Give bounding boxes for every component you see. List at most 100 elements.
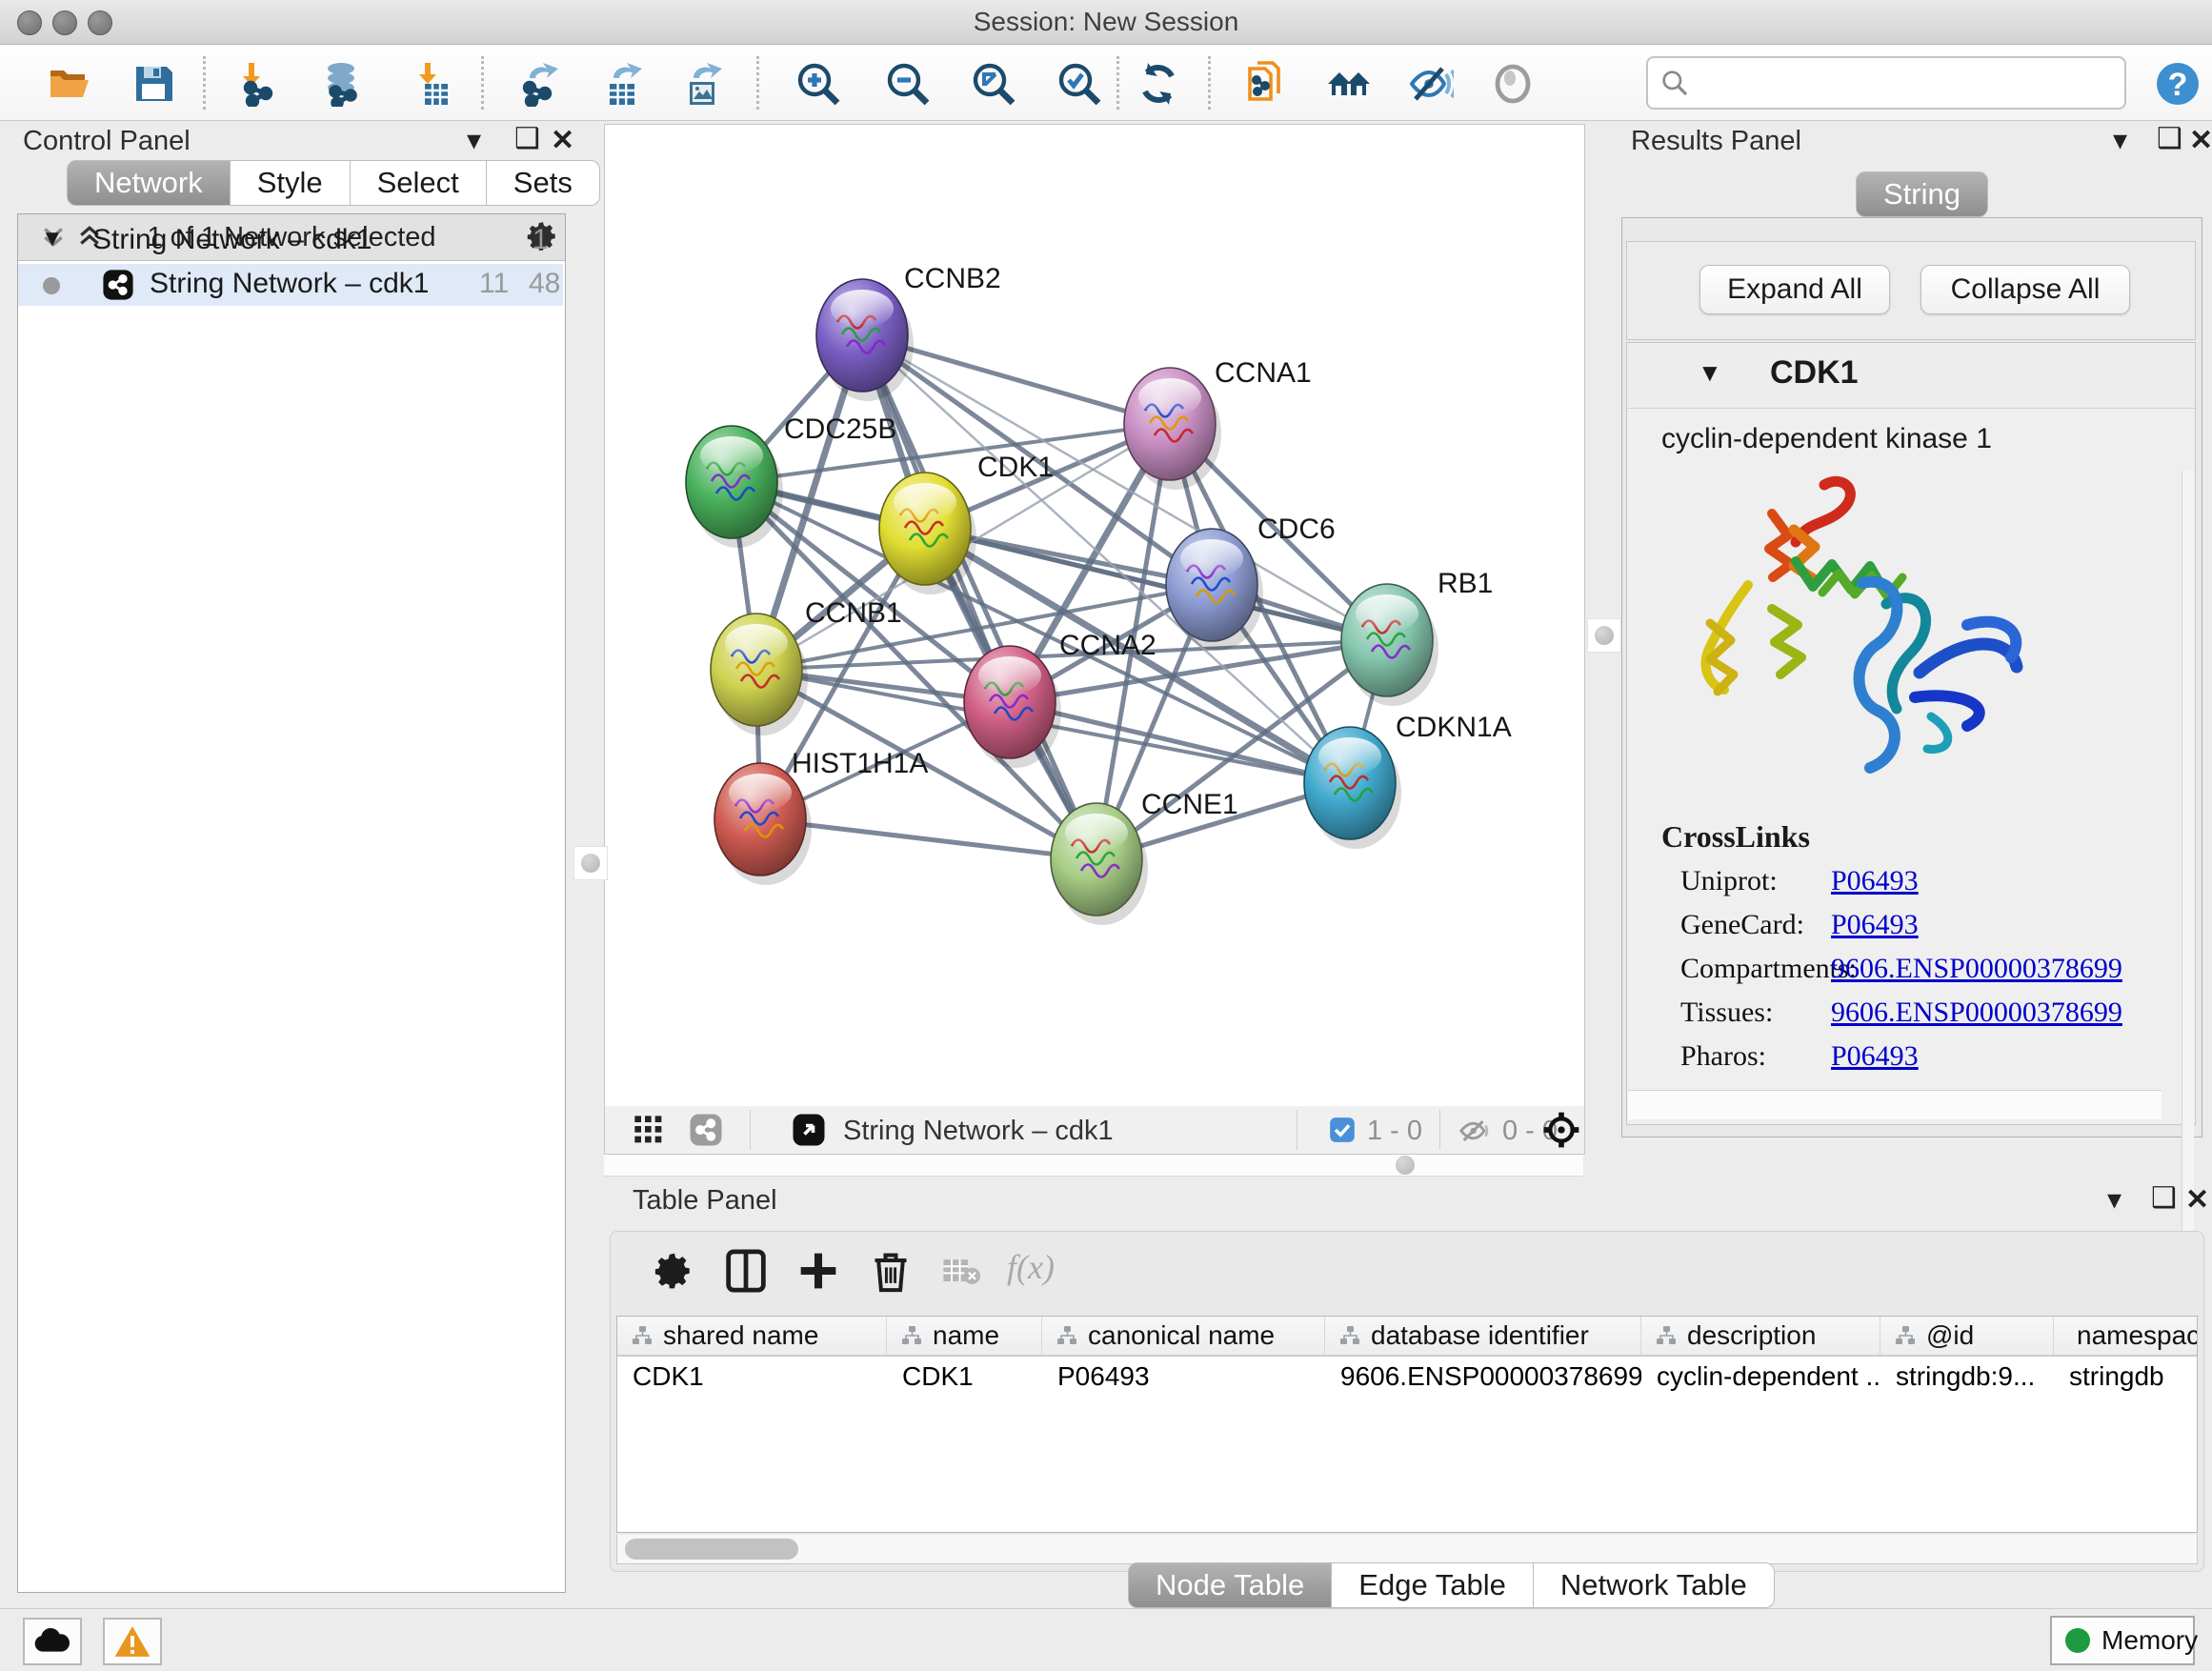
results-hscroll-track[interactable] xyxy=(1628,1090,2162,1119)
float-panel-icon[interactable]: ▾ xyxy=(2113,124,2127,157)
show-all-icon[interactable] xyxy=(1490,61,1536,107)
protein-node-ccnb2[interactable] xyxy=(816,279,914,401)
float-panel-icon[interactable]: ▾ xyxy=(467,124,481,157)
import-network-database-icon[interactable] xyxy=(318,61,364,107)
node-table[interactable]: shared namenamecanonical namedatabase id… xyxy=(616,1316,2198,1533)
gear-icon[interactable] xyxy=(654,1251,694,1291)
zoom-out-icon[interactable] xyxy=(885,61,931,107)
tab-style[interactable]: Style xyxy=(231,160,351,206)
table-cell[interactable]: stringdb:9... xyxy=(1880,1357,2054,1397)
tab-network-table[interactable]: Network Table xyxy=(1534,1562,1775,1608)
protein-node-ccne1[interactable] xyxy=(1051,803,1148,925)
search-field[interactable] xyxy=(1646,56,2126,110)
right-splitter-handle[interactable] xyxy=(1587,618,1621,653)
tab-string[interactable]: String xyxy=(1856,171,1988,217)
column-header-canonical-name[interactable]: canonical name xyxy=(1042,1317,1325,1355)
export-network-icon[interactable] xyxy=(516,61,562,107)
table-hscroll-track[interactable] xyxy=(616,1535,2198,1564)
protein-node-ccna1[interactable] xyxy=(1124,368,1221,490)
protein-node-ccnb1[interactable] xyxy=(711,614,808,735)
save-session-icon[interactable] xyxy=(131,61,176,107)
cloud-status-button[interactable] xyxy=(23,1618,82,1665)
help-icon[interactable]: ? xyxy=(2155,61,2201,107)
crosslink-link[interactable]: 9606.ENSP00000378699 xyxy=(1831,997,2122,1029)
restore-panel-icon[interactable]: ❑ xyxy=(2151,1181,2177,1215)
tab-edge-table[interactable]: Edge Table xyxy=(1332,1562,1534,1608)
crosshair-icon[interactable] xyxy=(1542,1111,1580,1149)
memory-button[interactable]: Memory xyxy=(2050,1616,2195,1665)
node-table-row[interactable]: CDK1CDK1P064939606.ENSP00000378699cyclin… xyxy=(617,1357,2198,1397)
network-collection-row[interactable]: ▼ String Network – cdk1 1 xyxy=(18,224,563,262)
import-network-file-icon[interactable] xyxy=(235,61,281,107)
hidden-eye-icon[interactable] xyxy=(1458,1115,1491,1147)
close-panel-icon[interactable]: ✕ xyxy=(551,124,574,157)
close-panel-icon[interactable]: ✕ xyxy=(2185,1183,2209,1217)
column-header-namespace[interactable]: namespace xyxy=(2054,1317,2198,1355)
birdseye-view-icon[interactable] xyxy=(792,1113,826,1147)
crosslink-link[interactable]: P06493 xyxy=(1831,1040,1919,1073)
expand-all-button[interactable]: Expand All xyxy=(1699,265,1890,314)
restore-panel-icon[interactable]: ❑ xyxy=(514,122,540,155)
grid-view-icon[interactable] xyxy=(633,1115,664,1145)
column-header-description[interactable]: description xyxy=(1641,1317,1880,1355)
left-splitter-handle[interactable] xyxy=(573,846,608,880)
string-network-graph[interactable]: CCNB2CCNA1CDC25BCDK1CDC6RB1CCNB1CCNA2CDK… xyxy=(605,125,1584,1106)
table-cell[interactable]: P06493 xyxy=(1042,1357,1325,1397)
tree-expand-icon[interactable]: ▼ xyxy=(41,226,64,252)
selected-checkbox-icon[interactable] xyxy=(1329,1117,1356,1143)
table-cell[interactable]: cyclin-dependent ... xyxy=(1641,1357,1880,1397)
delete-table-icon[interactable] xyxy=(942,1258,980,1286)
table-cell[interactable]: stringdb xyxy=(2054,1357,2198,1397)
columns-icon[interactable] xyxy=(725,1249,767,1293)
protein-node-cdkn1a[interactable] xyxy=(1304,727,1401,849)
refresh-icon[interactable] xyxy=(1136,61,1181,107)
column-header-shared-name[interactable]: shared name xyxy=(617,1317,887,1355)
collapse-all-button[interactable]: Collapse All xyxy=(1920,265,2130,314)
protein-node-hist1h1a[interactable] xyxy=(714,763,812,885)
delete-icon[interactable] xyxy=(870,1248,912,1294)
restore-panel-icon[interactable]: ❑ xyxy=(2157,122,2182,155)
home-pages-icon[interactable] xyxy=(1326,61,1372,107)
table-cell[interactable]: CDK1 xyxy=(887,1357,1042,1397)
string-view-icon[interactable] xyxy=(689,1113,723,1147)
node-table-header[interactable]: shared namenamecanonical namedatabase id… xyxy=(617,1317,2198,1357)
protein-node-cdk1[interactable] xyxy=(879,473,976,594)
protein-card-header[interactable]: ▼ CDK1 xyxy=(1627,343,2195,409)
search-input[interactable] xyxy=(1699,62,2113,102)
table-cell[interactable]: CDK1 xyxy=(617,1357,887,1397)
tab-network[interactable]: Network xyxy=(67,160,231,206)
crosslink-link[interactable]: 9606.ENSP00000378699 xyxy=(1831,953,2122,985)
float-panel-icon[interactable]: ▾ xyxy=(2107,1183,2122,1217)
table-cell[interactable]: 9606.ENSP00000378699 xyxy=(1325,1357,1641,1397)
column-header-database-identifier[interactable]: database identifier xyxy=(1325,1317,1641,1355)
column-header--id[interactable]: @id xyxy=(1880,1317,2054,1355)
table-hscroll-thumb[interactable] xyxy=(625,1539,798,1560)
results-vscroll-track[interactable] xyxy=(2182,471,2194,1244)
horizontal-splitter[interactable] xyxy=(604,1155,1583,1177)
share-session-icon[interactable] xyxy=(1242,61,1288,107)
open-session-icon[interactable] xyxy=(47,61,92,107)
add-icon[interactable] xyxy=(797,1249,839,1293)
export-table-icon[interactable] xyxy=(600,61,646,107)
zoom-fit-icon[interactable] xyxy=(971,61,1016,107)
export-image-icon[interactable] xyxy=(680,61,726,107)
hide-selected-icon[interactable] xyxy=(1408,61,1454,107)
network-view-canvas[interactable]: CCNB2CCNA1CDC25BCDK1CDC6RB1CCNB1CCNA2CDK… xyxy=(604,124,1585,1107)
tab-node-table[interactable]: Node Table xyxy=(1128,1562,1332,1608)
zoom-in-icon[interactable] xyxy=(795,61,841,107)
tab-sets[interactable]: Sets xyxy=(487,160,600,206)
crosslink-link[interactable]: P06493 xyxy=(1831,909,1919,941)
collapse-card-icon[interactable]: ▼ xyxy=(1698,358,1722,388)
close-panel-icon[interactable]: ✕ xyxy=(2189,124,2212,157)
column-header-name[interactable]: name xyxy=(887,1317,1042,1355)
zoom-selected-icon[interactable] xyxy=(1056,61,1102,107)
warning-status-button[interactable] xyxy=(103,1618,162,1665)
bottom-splitter-handle[interactable] xyxy=(1389,1149,1421,1181)
protein-node-ccna2[interactable] xyxy=(964,646,1061,768)
protein-node-rb1[interactable] xyxy=(1341,584,1438,706)
crosslink-link[interactable]: P06493 xyxy=(1831,865,1919,897)
function-builder-icon[interactable]: f(x) xyxy=(1007,1247,1055,1287)
tab-select[interactable]: Select xyxy=(351,160,487,206)
import-table-icon[interactable] xyxy=(410,61,455,107)
network-row-selected[interactable]: String Network – cdk1 11 48 xyxy=(18,264,563,306)
